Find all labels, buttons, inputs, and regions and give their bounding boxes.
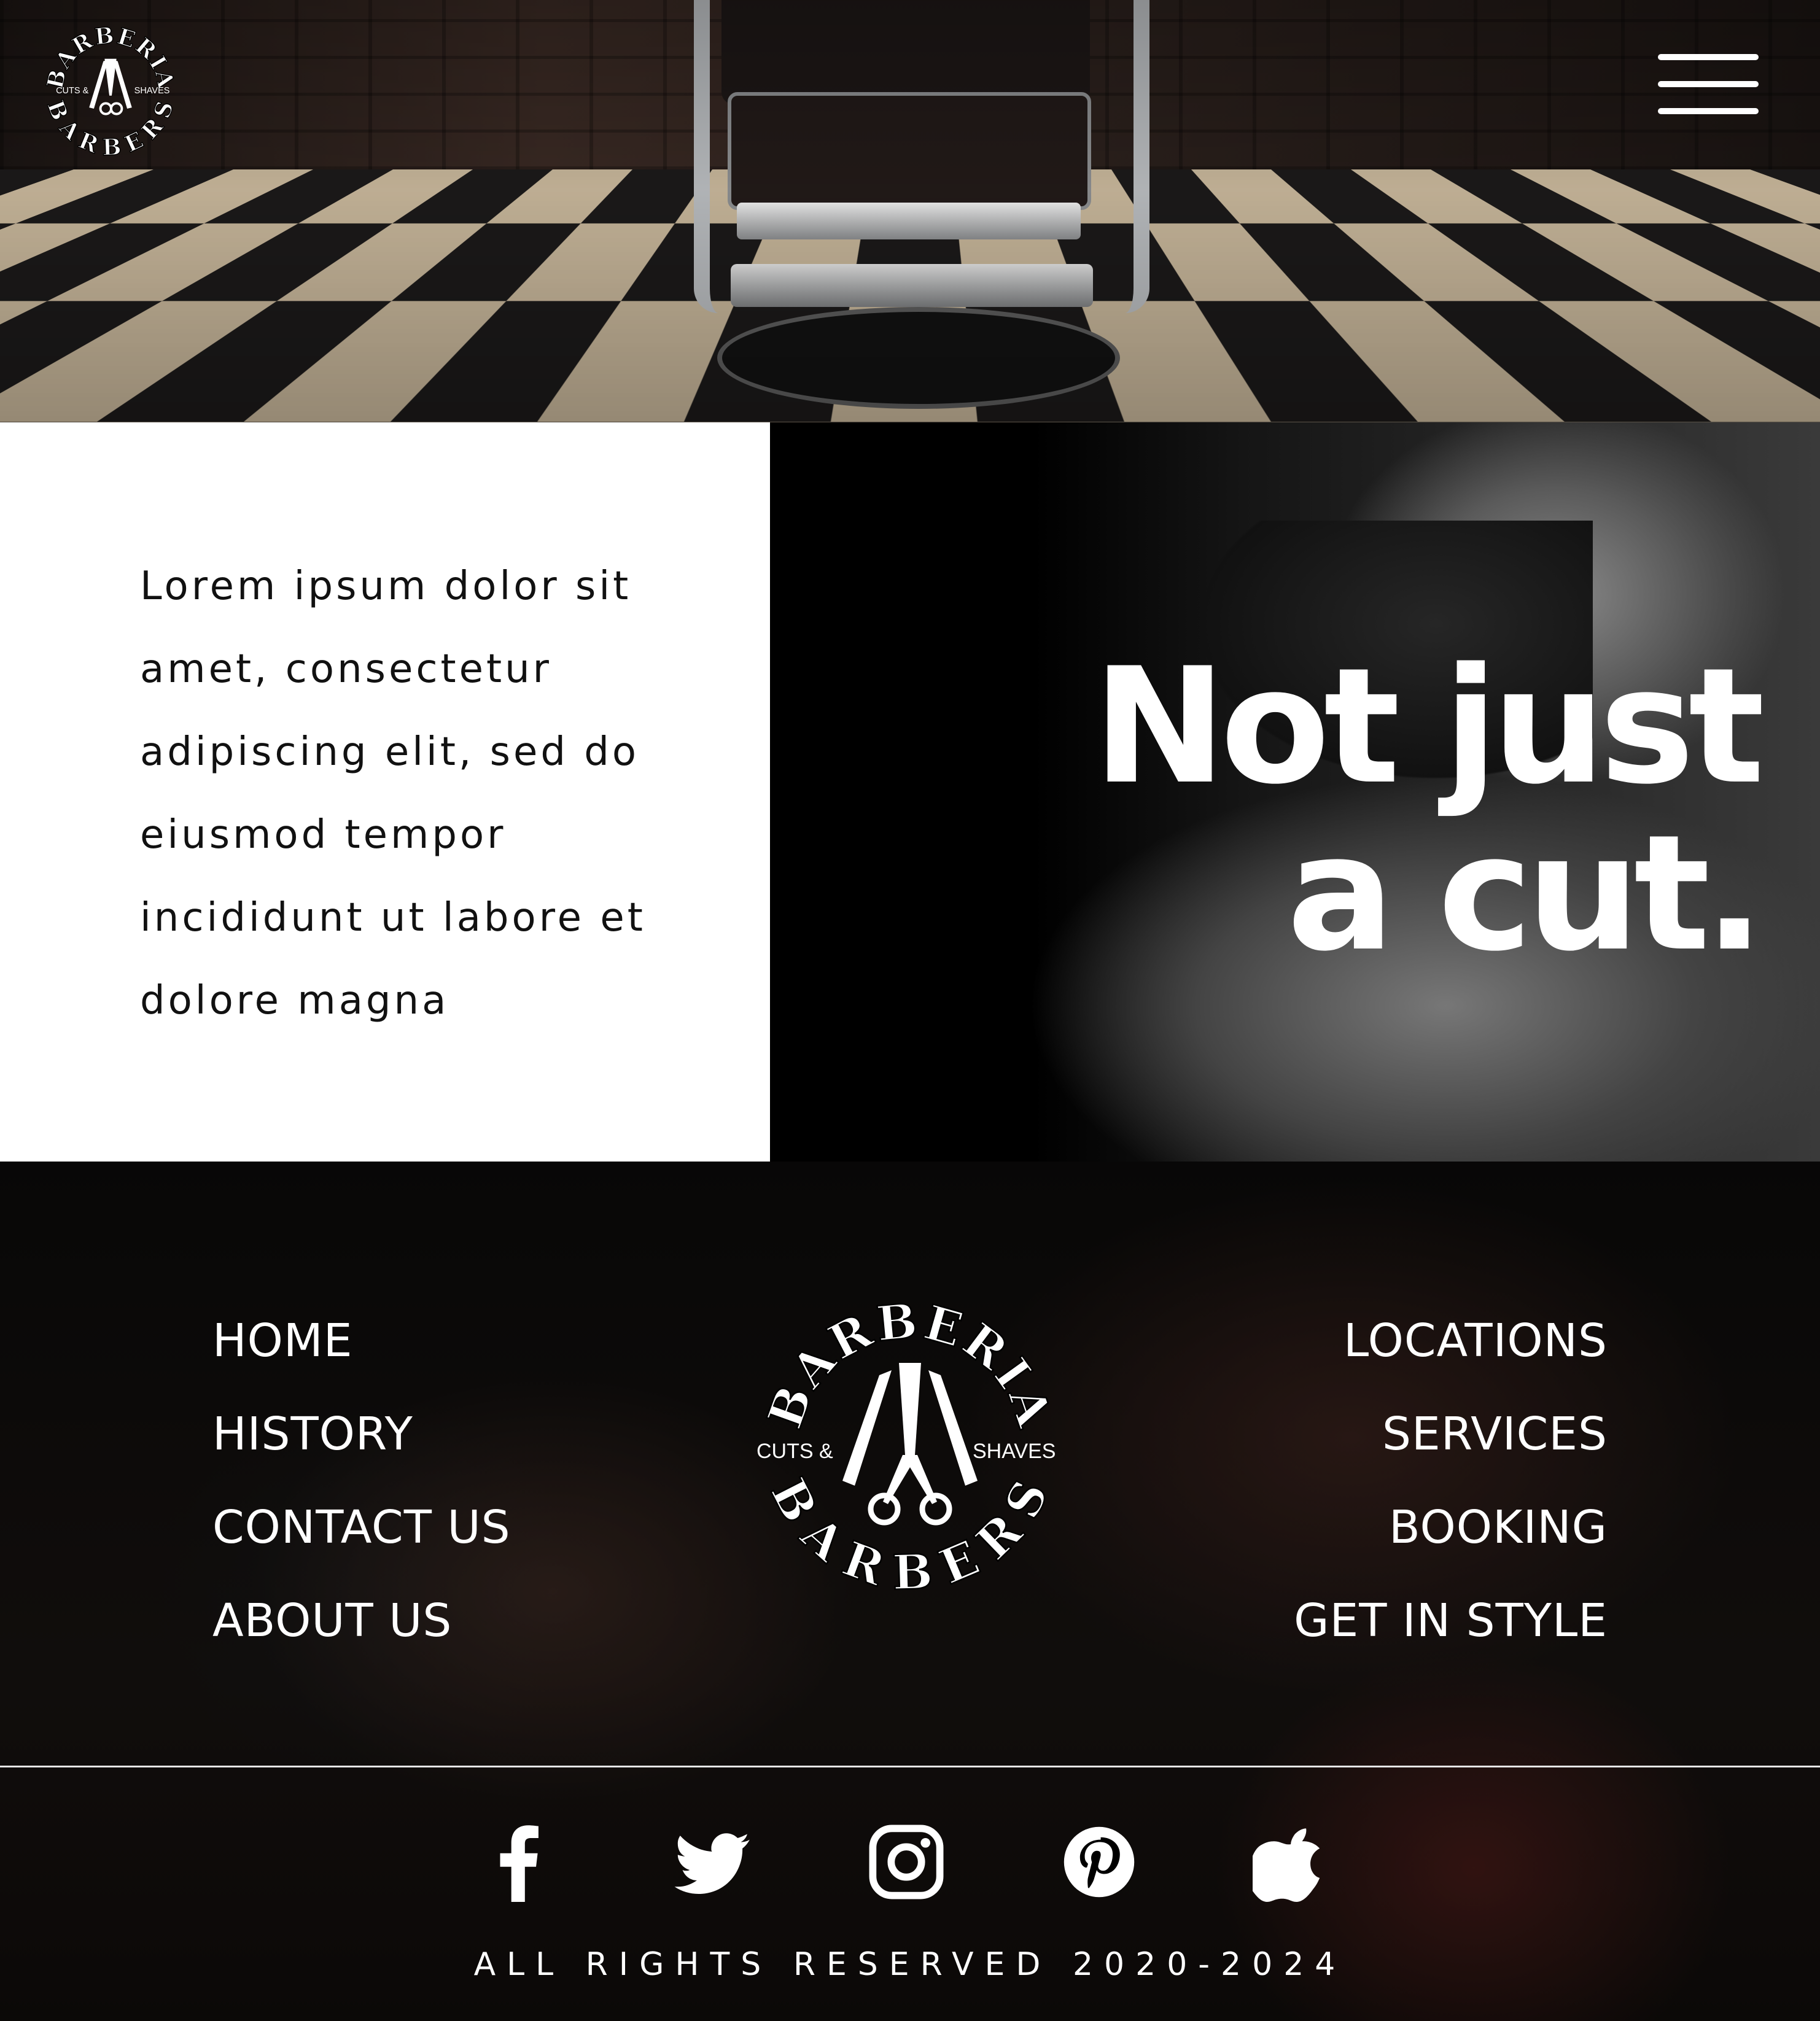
intro-panel: Lorem ipsum dolor sit amet, consectetur …	[0, 422, 770, 1162]
footer-nav-left: HOME HISTORY CONTACT US ABOUT US	[212, 1294, 511, 1667]
svg-text:BARBERS: BARBERS	[760, 1470, 1060, 1590]
footer-link-home[interactable]: HOME	[212, 1294, 511, 1387]
footer-link-booking[interactable]: BOOKING	[1294, 1481, 1608, 1574]
footer-link-get-in-style[interactable]: GET IN STYLE	[1294, 1574, 1608, 1667]
footer-link-history[interactable]: HISTORY	[212, 1387, 511, 1481]
hero-banner: BARBERIA BARBERS CUTS & SHAVES	[0, 0, 1820, 422]
tagline-panel: Not just a cut.	[770, 422, 1820, 1162]
tagline-heading: Not just a cut.	[1092, 634, 1765, 987]
footer-link-contact-us[interactable]: CONTACT US	[212, 1481, 511, 1574]
twitter-icon[interactable]	[673, 1822, 753, 1902]
footer-link-services[interactable]: SERVICES	[1294, 1387, 1608, 1481]
footer-link-locations[interactable]: LOCATIONS	[1294, 1294, 1608, 1387]
tagline-line-1: Not just	[1092, 634, 1765, 820]
hamburger-menu-icon[interactable]	[1658, 54, 1759, 114]
svg-text:CUTS &: CUTS &	[756, 1440, 833, 1463]
brand-logo-footer[interactable]: BARBERIA BARBERS CUTS & SHAVES	[755, 1301, 1065, 1590]
tagline-line-2: a cut.	[1286, 801, 1765, 987]
svg-text:SHAVES: SHAVES	[973, 1440, 1056, 1463]
pinterest-icon[interactable]	[1059, 1822, 1139, 1902]
intro-paragraph: Lorem ipsum dolor sit amet, consectetur …	[140, 564, 646, 1023]
svg-text:CUTS &: CUTS &	[56, 86, 89, 96]
instagram-icon[interactable]	[866, 1822, 946, 1902]
footer-link-about-us[interactable]: ABOUT US	[212, 1574, 511, 1667]
footer: HOME HISTORY CONTACT US ABOUT US BARBERI…	[0, 1162, 1820, 2021]
brand-logo-small[interactable]: BARBERIA BARBERS CUTS & SHAVES	[39, 20, 182, 162]
facebook-icon[interactable]	[480, 1822, 560, 1902]
footer-divider	[0, 1766, 1820, 1767]
footer-nav-right: LOCATIONS SERVICES BOOKING GET IN STYLE	[1294, 1294, 1608, 1667]
svg-text:SHAVES: SHAVES	[134, 86, 170, 96]
apple-icon[interactable]	[1253, 1822, 1332, 1902]
copyright-text: ALL RIGHTS RESERVED 2020-2024	[473, 1946, 1347, 1983]
